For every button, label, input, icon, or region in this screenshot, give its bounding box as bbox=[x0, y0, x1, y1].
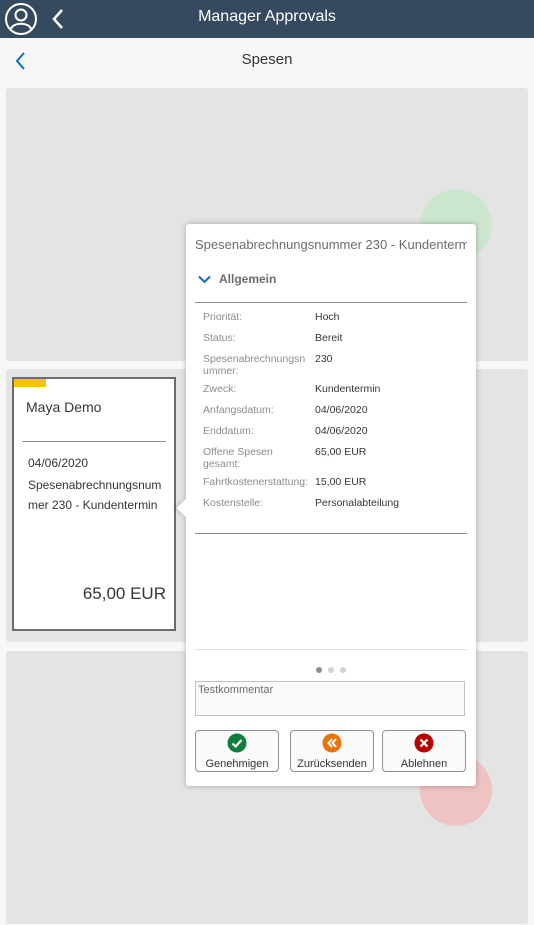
expense-date: 04/06/2020 bbox=[28, 456, 89, 470]
field-label: Anfangsdatum: bbox=[203, 404, 274, 416]
return-button[interactable]: Zurücksenden bbox=[290, 730, 374, 772]
card-divider bbox=[22, 441, 166, 442]
field-label: Priorität: bbox=[203, 311, 243, 323]
divider bbox=[195, 649, 467, 650]
field-value: Kundentermin bbox=[315, 383, 381, 395]
section-header-general[interactable]: Allgemein bbox=[198, 272, 276, 286]
check-circle-icon bbox=[227, 733, 247, 753]
field-label: Enddatum: bbox=[203, 425, 254, 437]
page-title: Spesen bbox=[241, 51, 293, 68]
page-dot[interactable] bbox=[316, 667, 322, 673]
double-chevron-left-icon bbox=[322, 733, 342, 753]
x-circle-icon bbox=[414, 733, 434, 753]
expense-amount: 65,00 EUR bbox=[82, 584, 166, 603]
field-value: 65,00 EUR bbox=[315, 446, 367, 458]
page-dot[interactable] bbox=[328, 667, 334, 673]
field-label: Offene Spesen gesamt: bbox=[203, 446, 273, 470]
details-popover: Spesenabrechnungsnummer 230 - Kundenterm… bbox=[176, 224, 476, 786]
page-indicator[interactable] bbox=[186, 660, 476, 678]
page-header: Spesen bbox=[0, 38, 534, 82]
approve-label: Genehmigen bbox=[205, 758, 269, 770]
field-value: Personalabteilung bbox=[315, 497, 400, 509]
approve-button[interactable]: Genehmigen bbox=[195, 730, 279, 772]
shell-bar: Manager Approvals bbox=[0, 0, 534, 38]
popover-title: Spesenabrechnungsnummer 230 - Kundenterm… bbox=[195, 237, 467, 252]
field-label: Kostenstelle: bbox=[203, 497, 264, 509]
field-label: Fahrtkostenerstattung: bbox=[203, 476, 309, 488]
page-dot[interactable] bbox=[340, 667, 346, 673]
field-value: 230 bbox=[315, 353, 333, 365]
chevron-down-icon bbox=[198, 276, 211, 284]
return-label: Zurücksenden bbox=[297, 758, 367, 770]
section-title: Allgemein bbox=[219, 272, 277, 286]
field-label: Zweck: bbox=[203, 383, 237, 395]
field-value: Bereit bbox=[315, 332, 343, 344]
reject-button[interactable]: Ablehnen bbox=[382, 730, 466, 772]
priority-flag bbox=[14, 379, 46, 387]
expense-description: Spesenabrechnungsnummer 230 - Kundenterm… bbox=[28, 478, 162, 512]
employee-name: Maya Demo bbox=[26, 399, 102, 415]
field-label: Spesenabrechnungsnummer: bbox=[203, 353, 306, 377]
reject-label: Ablehnen bbox=[400, 758, 448, 770]
divider bbox=[195, 533, 467, 534]
expense-card[interactable]: Maya Demo 04/06/2020 Spesenabrechnungsnu… bbox=[12, 377, 176, 631]
field-label: Status: bbox=[203, 332, 236, 344]
comment-input[interactable]: Testkommentar bbox=[195, 681, 465, 716]
field-value: 15,00 EUR bbox=[315, 476, 367, 488]
divider bbox=[195, 302, 467, 303]
field-value: Hoch bbox=[315, 311, 340, 323]
field-value: 04/06/2020 bbox=[315, 404, 368, 416]
field-value: 04/06/2020 bbox=[315, 425, 368, 437]
app-title: Manager Approvals bbox=[198, 8, 336, 25]
